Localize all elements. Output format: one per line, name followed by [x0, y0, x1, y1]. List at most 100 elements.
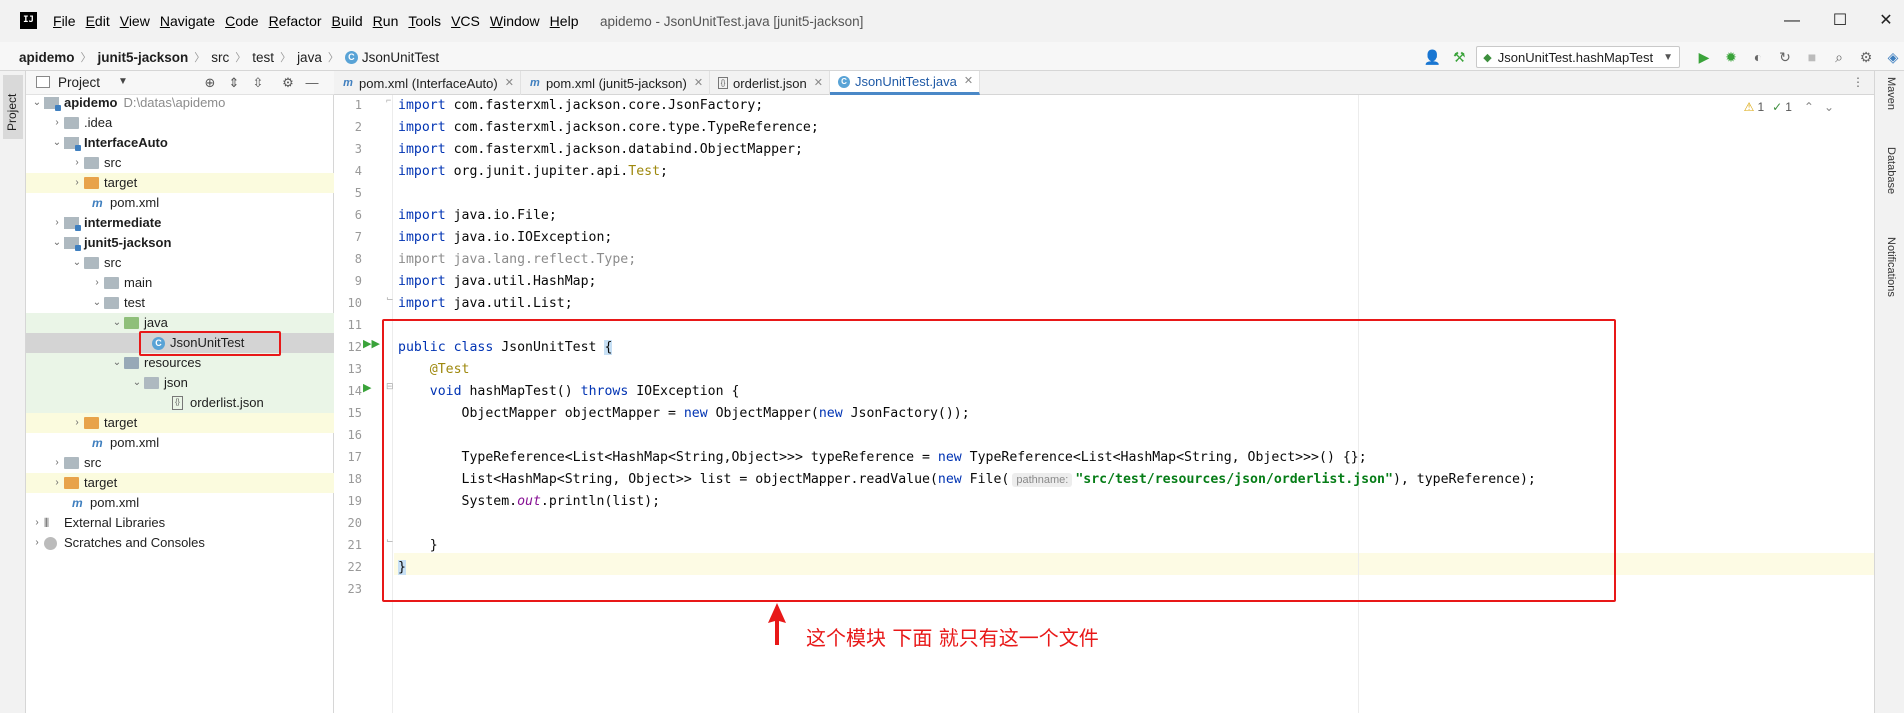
database-tool-tab[interactable]: Database	[1885, 147, 1897, 194]
chevron-right-icon[interactable]: ›	[52, 113, 62, 133]
close-icon[interactable]: ✕	[505, 72, 514, 95]
menu-edit[interactable]: Edit	[86, 13, 110, 29]
hide-panel-icon[interactable]: —	[304, 75, 320, 91]
chevron-right-icon[interactable]: ›	[52, 453, 62, 473]
code-editor[interactable]: 1 2 3 4 5 6 7 8 9 10 11 12 13 14 15 16 1…	[334, 95, 1874, 713]
menu-run[interactable]: Run	[373, 13, 399, 29]
chevron-down-icon[interactable]: ⌄	[32, 93, 42, 113]
chevron-down-icon[interactable]: ▼	[118, 76, 128, 87]
tree-item-external-libraries[interactable]: › ⫴ External Libraries	[26, 513, 334, 533]
inspection-widget[interactable]: ⚠ 1 ✓ 1 ⌃ ⌄	[1744, 100, 1834, 114]
run-test-icon[interactable]: ▶	[363, 381, 371, 394]
menu-tools[interactable]: Tools	[408, 13, 441, 29]
project-view-selector[interactable]: Project	[36, 75, 100, 90]
chevron-down-icon[interactable]: ⌄	[112, 313, 122, 333]
stop-icon[interactable]: ■	[1801, 46, 1823, 68]
build-hammer-icon[interactable]: ⚒	[1448, 46, 1470, 68]
chevron-right-icon[interactable]: ›	[72, 153, 82, 173]
tree-item-junit5-jackson[interactable]: ⌄ junit5-jackson	[26, 233, 334, 253]
chevron-down-icon[interactable]: ⌄	[72, 253, 82, 273]
run-class-icon[interactable]: ▶▶	[363, 337, 380, 350]
maven-tool-tab[interactable]: Maven	[1885, 77, 1897, 110]
tree-item-json[interactable]: ⌄ json	[26, 373, 334, 393]
chevron-down-icon[interactable]: ⌄	[92, 293, 102, 313]
tab-pom-interfaceauto[interactable]: m pom.xml (InterfaceAuto) ✕	[334, 71, 521, 95]
chevron-right-icon[interactable]: ›	[52, 213, 62, 233]
minimize-button[interactable]: —	[1782, 11, 1802, 31]
tab-orderlist-json[interactable]: {} orderlist.json ✕	[710, 71, 830, 95]
chevron-down-icon[interactable]: ⌄	[52, 233, 62, 253]
menu-file[interactable]: File	[53, 13, 76, 29]
gear-icon[interactable]: ⚙	[280, 75, 296, 91]
menu-view[interactable]: View	[120, 13, 150, 29]
close-icon[interactable]: ✕	[964, 70, 973, 93]
locate-icon[interactable]: ⊕	[202, 75, 218, 91]
chevron-right-icon[interactable]: ›	[72, 173, 82, 193]
search-icon[interactable]: ⌕	[1828, 46, 1850, 68]
tree-item-main[interactable]: › main	[26, 273, 334, 293]
tree-item-test[interactable]: ⌄ test	[26, 293, 334, 313]
close-icon[interactable]: ✕	[694, 72, 703, 95]
chevron-down-icon[interactable]: ⌄	[112, 353, 122, 373]
menu-build[interactable]: Build	[332, 13, 363, 29]
toolbox-icon[interactable]: ◈	[1882, 46, 1904, 68]
tree-item-pom[interactable]: m pom.xml	[26, 193, 334, 213]
tree-item-src[interactable]: › src	[26, 453, 334, 473]
tree-item-idea[interactable]: › .idea	[26, 113, 334, 133]
close-icon[interactable]: ✕	[814, 72, 823, 95]
chevron-down-icon[interactable]: ⌄	[52, 133, 62, 153]
project-tool-tab[interactable]: Project	[3, 75, 23, 139]
fold-marker-icon[interactable]: ⌙	[386, 535, 394, 546]
tree-item-orderlist-json[interactable]: {} orderlist.json	[26, 393, 334, 413]
menu-help[interactable]: Help	[550, 13, 579, 29]
menu-window[interactable]: Window	[490, 13, 540, 29]
tree-item-apidemo[interactable]: ⌄ apidemo D:\datas\apidemo	[26, 93, 334, 113]
tree-item-src[interactable]: ⌄ src	[26, 253, 334, 273]
debug-icon[interactable]: ✹	[1720, 46, 1742, 68]
breadcrumb-junit5-jackson[interactable]: junit5-jackson	[98, 50, 189, 65]
breadcrumb-java[interactable]: java	[297, 50, 322, 65]
user-icon[interactable]: 👤	[1421, 46, 1443, 68]
chevron-right-icon[interactable]: ›	[52, 473, 62, 493]
menu-code[interactable]: Code	[225, 13, 258, 29]
menu-navigate[interactable]: Navigate	[160, 13, 215, 29]
breadcrumb-src[interactable]: src	[211, 50, 229, 65]
tree-item-scratches[interactable]: › Scratches and Consoles	[26, 533, 334, 553]
run-icon[interactable]: ▶	[1693, 46, 1715, 68]
fold-marker-icon[interactable]: ⌐	[386, 95, 391, 105]
maximize-button[interactable]: ☐	[1830, 11, 1850, 31]
menu-vcs[interactable]: VCS	[451, 13, 480, 29]
gear-icon[interactable]: ⚙	[1855, 46, 1877, 68]
chevron-down-icon[interactable]: ⌄	[1824, 100, 1834, 114]
tree-item-target[interactable]: › target	[26, 173, 334, 193]
tree-item-target[interactable]: › target	[26, 473, 334, 493]
tree-item-intermediate[interactable]: › intermediate	[26, 213, 334, 233]
breadcrumb-test[interactable]: test	[252, 50, 274, 65]
tab-pom-junit5-jackson[interactable]: m pom.xml (junit5-jackson) ✕	[521, 71, 711, 95]
close-window-button[interactable]: ✕	[1876, 11, 1896, 31]
tree-item-java[interactable]: ⌄ java	[26, 313, 334, 333]
tab-jsonunittest-java[interactable]: C JsonUnitTest.java ✕	[829, 70, 981, 95]
coverage-icon[interactable]: ◐	[1747, 46, 1769, 68]
chevron-right-icon[interactable]: ›	[32, 533, 42, 553]
fold-marker-icon[interactable]: ⌙	[386, 293, 394, 304]
breadcrumb-jsonunittest[interactable]: JsonUnitTest	[362, 50, 439, 65]
tree-item-jsonunittest[interactable]: C JsonUnitTest	[26, 333, 334, 353]
tree-item-pom[interactable]: m pom.xml	[26, 493, 334, 513]
more-tabs-icon[interactable]: ⋮	[1852, 75, 1864, 89]
fold-marker-icon[interactable]: ⊟	[386, 381, 394, 392]
tree-item-resources[interactable]: ⌄ resources	[26, 353, 334, 373]
collapse-all-icon[interactable]: ⇳	[250, 75, 266, 91]
tree-item-interfaceauto[interactable]: ⌄ InterfaceAuto	[26, 133, 334, 153]
chevron-up-icon[interactable]: ⌃	[1804, 100, 1814, 114]
chevron-right-icon[interactable]: ›	[32, 513, 42, 533]
tree-item-target[interactable]: › target	[26, 413, 334, 433]
profile-icon[interactable]: ↻	[1774, 46, 1796, 68]
chevron-down-icon[interactable]: ⌄	[132, 373, 142, 393]
run-configuration-select[interactable]: ◆ JsonUnitTest.hashMapTest ▼	[1476, 46, 1680, 68]
breadcrumb-apidemo[interactable]: apidemo	[19, 50, 75, 65]
tree-item-src[interactable]: › src	[26, 153, 334, 173]
chevron-right-icon[interactable]: ›	[92, 273, 102, 293]
chevron-right-icon[interactable]: ›	[72, 413, 82, 433]
expand-all-icon[interactable]: ⇕	[226, 75, 242, 91]
